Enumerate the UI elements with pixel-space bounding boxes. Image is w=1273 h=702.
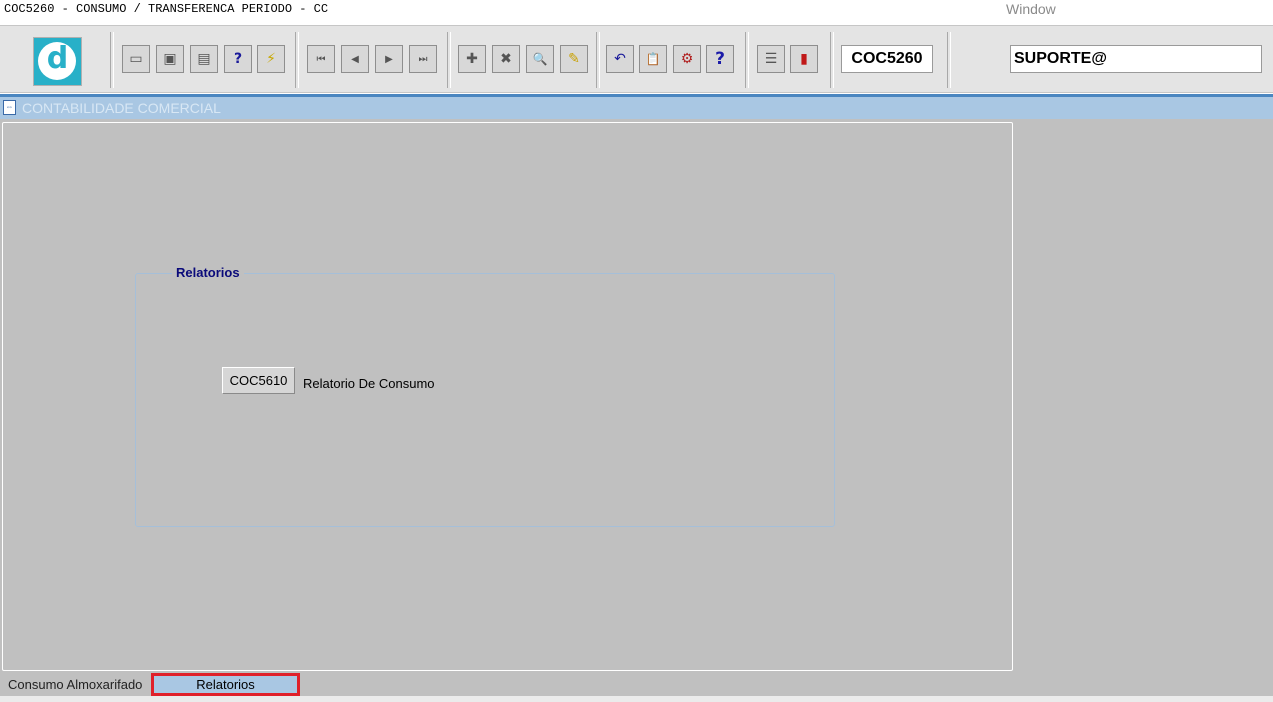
menu-icon: ☰ xyxy=(764,51,778,67)
title-bar: COC5260 - CONSUMO / TRANSFERENCA PERIODO… xyxy=(0,0,1273,22)
tab-relatorios[interactable]: Relatorios xyxy=(151,673,300,696)
window-title: COC5260 - CONSUMO / TRANSFERENCA PERIODO… xyxy=(4,2,329,16)
print-button[interactable]: ▤ xyxy=(190,45,218,73)
save-button[interactable]: ▭ xyxy=(122,45,150,73)
toolbar-separator xyxy=(830,32,834,88)
previous-record-button[interactable]: ◀ xyxy=(341,45,369,73)
exit-door-icon: ▮ xyxy=(800,51,808,67)
menu-button[interactable]: ☰ xyxy=(757,45,785,73)
tools-button[interactable]: ⚙ xyxy=(673,45,701,73)
clear-pencil-button[interactable]: ✎ xyxy=(560,45,588,73)
print-icon: ▤ xyxy=(197,51,211,67)
undo-button[interactable]: ↶ xyxy=(606,45,634,73)
user-field: SUPORTE@ xyxy=(1010,45,1262,73)
screen-icon: ▣ xyxy=(163,51,177,67)
module-header: ⇔ CONTABILIDADE COMERCIAL xyxy=(0,97,1273,119)
execute-query-button[interactable]: ⚡ xyxy=(257,45,285,73)
exit-button[interactable]: ▮ xyxy=(790,45,818,73)
app-logo: d xyxy=(33,37,82,86)
toolbar: d ▭ ▣ ▤ ? ⚡ ⏮ ◀ ▶ ⏭ ✚ ✖ 🔍 ✎ ↶ 📋 ⚙ ? ☰ ▮ … xyxy=(0,25,1273,93)
reports-group-box xyxy=(135,273,835,527)
form-code-field: COC5260 xyxy=(841,45,933,73)
previous-record-icon: ◀ xyxy=(351,53,359,65)
module-window-icon[interactable]: ⇔ xyxy=(3,100,16,115)
toolbar-separator xyxy=(110,32,114,88)
insert-record-icon: ✚ xyxy=(466,51,478,67)
tab-consumo-almoxarifado[interactable]: Consumo Almoxarifado xyxy=(2,673,150,696)
execute-query-icon: ⚡ xyxy=(266,51,276,67)
reports-group-title: Relatorios xyxy=(172,265,244,280)
bottom-strip xyxy=(0,696,1273,702)
edit-search-button[interactable]: 🔍 xyxy=(526,45,554,73)
help-icon: ? xyxy=(715,49,725,69)
window-menu[interactable]: Window xyxy=(1006,1,1056,17)
last-record-icon: ⏭ xyxy=(418,53,428,65)
help-button[interactable]: ? xyxy=(706,45,734,73)
tab-bar: Consumo Almoxarifado Relatorios xyxy=(0,673,1273,696)
screen-button[interactable]: ▣ xyxy=(156,45,184,73)
last-record-button[interactable]: ⏭ xyxy=(409,45,437,73)
next-record-icon: ▶ xyxy=(385,53,393,65)
delete-record-icon: ✖ xyxy=(500,51,512,67)
report-coc5610-button[interactable]: COC5610 xyxy=(222,367,295,394)
module-title: CONTABILIDADE COMERCIAL xyxy=(22,100,221,116)
toolbar-separator xyxy=(596,32,600,88)
delete-record-button[interactable]: ✖ xyxy=(492,45,520,73)
next-record-button[interactable]: ▶ xyxy=(375,45,403,73)
edit-search-icon: 🔍 xyxy=(532,52,548,66)
insert-record-button[interactable]: ✚ xyxy=(458,45,486,73)
toolbar-separator xyxy=(745,32,749,88)
clear-pencil-icon: ✎ xyxy=(568,51,580,67)
tools-icon: ⚙ xyxy=(680,51,694,67)
clipboard-icon: 📋 xyxy=(645,52,661,66)
toolbar-separator xyxy=(295,32,299,88)
report-coc5610-label: Relatorio De Consumo xyxy=(303,376,435,391)
first-record-icon: ⏮ xyxy=(316,53,326,65)
clipboard-button[interactable]: 📋 xyxy=(639,45,667,73)
undo-icon: ↶ xyxy=(614,51,626,67)
logo-letter: d xyxy=(46,41,69,76)
query-help-icon: ? xyxy=(233,51,243,67)
query-help-button[interactable]: ? xyxy=(224,45,252,73)
toolbar-separator xyxy=(947,32,951,88)
toolbar-separator xyxy=(447,32,451,88)
save-icon: ▭ xyxy=(129,51,143,67)
first-record-button[interactable]: ⏮ xyxy=(307,45,335,73)
